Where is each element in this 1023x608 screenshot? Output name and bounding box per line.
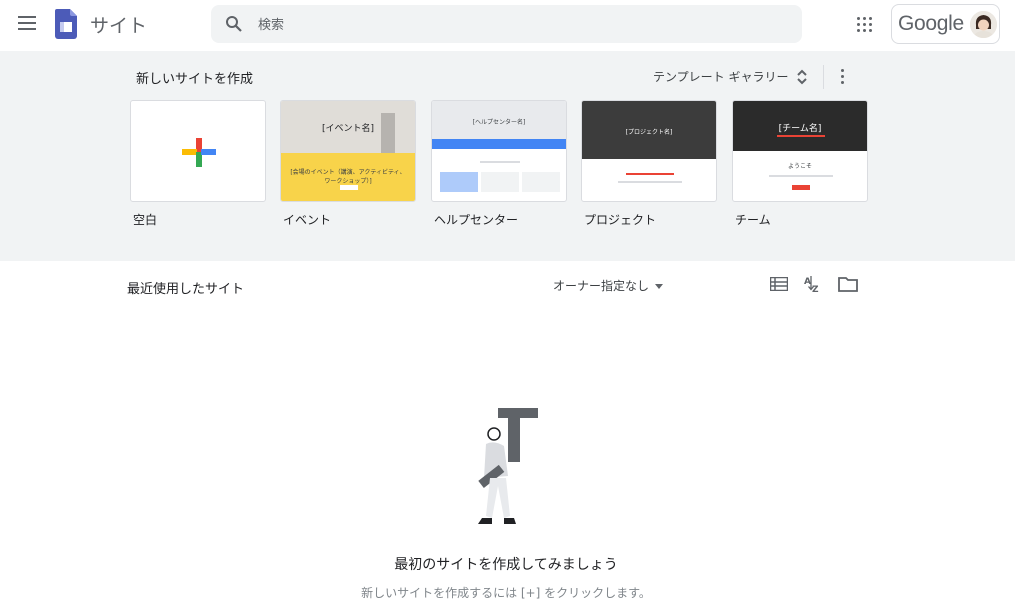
owner-filter-dropdown[interactable]: オーナー指定なし [553, 277, 664, 294]
folder-icon[interactable] [838, 276, 858, 292]
team-thumb-welcome: ようこそ [787, 163, 812, 170]
help-thumb-title: [ヘルプセンター名] [472, 119, 526, 126]
google-logo: Google [898, 12, 964, 35]
caret-down-icon [655, 284, 664, 289]
help-thumb-box-2 [481, 172, 519, 192]
event-thumb-text: [会場のイベント（講演、アクティビティ、ワークショップ）] [290, 169, 406, 185]
recent-sites-title: 最近使用したサイト [127, 282, 245, 297]
template-team[interactable]: [チーム名] ようこそ [732, 100, 868, 202]
team-thumb-title: [チーム名] [778, 124, 822, 134]
apps-icon[interactable] [857, 17, 873, 33]
account-button[interactable]: Google [891, 4, 1000, 44]
template-event[interactable]: [イベント名] [会場のイベント（講演、アクティビティ、ワークショップ）] [280, 100, 416, 202]
template-project[interactable]: [プロジェクト名] [581, 100, 717, 202]
template-team-label[interactable]: チーム [735, 211, 771, 228]
avatar[interactable] [970, 11, 997, 38]
template-event-label[interactable]: イベント [283, 211, 331, 228]
empty-state-title: 最初のサイトを作成してみましょう [394, 557, 618, 573]
sites-logo-icon[interactable] [55, 9, 77, 39]
list-view-icon[interactable] [770, 277, 788, 291]
project-thumb-line [626, 173, 674, 175]
template-blank[interactable] [130, 100, 266, 202]
app-name[interactable]: サイト [90, 11, 147, 38]
search-icon[interactable] [225, 15, 243, 33]
template-section: 新しいサイトを作成 テンプレート ギャラリー 空白 [イベント名] [会場のイベ… [0, 51, 1015, 261]
more-vert-icon[interactable] [837, 69, 847, 85]
divider [823, 65, 824, 89]
sort-az-icon[interactable]: A Z [803, 275, 823, 293]
top-bar: サイト Google [0, 0, 1023, 50]
template-project-label[interactable]: プロジェクト [584, 211, 656, 228]
plus-icon [182, 138, 216, 167]
project-thumb-title: [プロジェクト名] [625, 129, 673, 136]
team-thumb-underline [777, 135, 825, 137]
project-thumb-line-2 [618, 181, 682, 183]
help-thumb-box-1 [440, 172, 478, 192]
help-thumb-line [480, 161, 520, 163]
owner-filter-label: オーナー指定なし [553, 279, 650, 293]
help-thumb-box-3 [522, 172, 560, 192]
svg-text:A: A [804, 277, 811, 287]
template-gallery-button[interactable]: テンプレート ギャラリー [653, 68, 788, 85]
unfold-icon[interactable] [796, 69, 808, 85]
template-help-center-label[interactable]: ヘルプセンター [434, 211, 518, 228]
help-thumb-band [432, 139, 566, 149]
empty-state-subtitle: 新しいサイトを作成するには [+] をクリックします。 [361, 586, 651, 600]
team-thumb-button [792, 185, 810, 190]
new-site-title: 新しいサイトを作成 [136, 72, 254, 87]
event-thumb-button [340, 185, 358, 190]
avatar-image [970, 11, 997, 38]
team-thumb-line [769, 175, 833, 177]
search-box[interactable] [211, 5, 802, 45]
template-blank-label[interactable]: 空白 [133, 211, 157, 228]
menu-icon[interactable] [18, 16, 36, 30]
empty-state-illustration [478, 408, 538, 524]
event-thumb-title: [イベント名] [321, 124, 375, 134]
search-input[interactable] [256, 5, 780, 45]
template-help-center[interactable]: [ヘルプセンター名] [431, 100, 567, 202]
